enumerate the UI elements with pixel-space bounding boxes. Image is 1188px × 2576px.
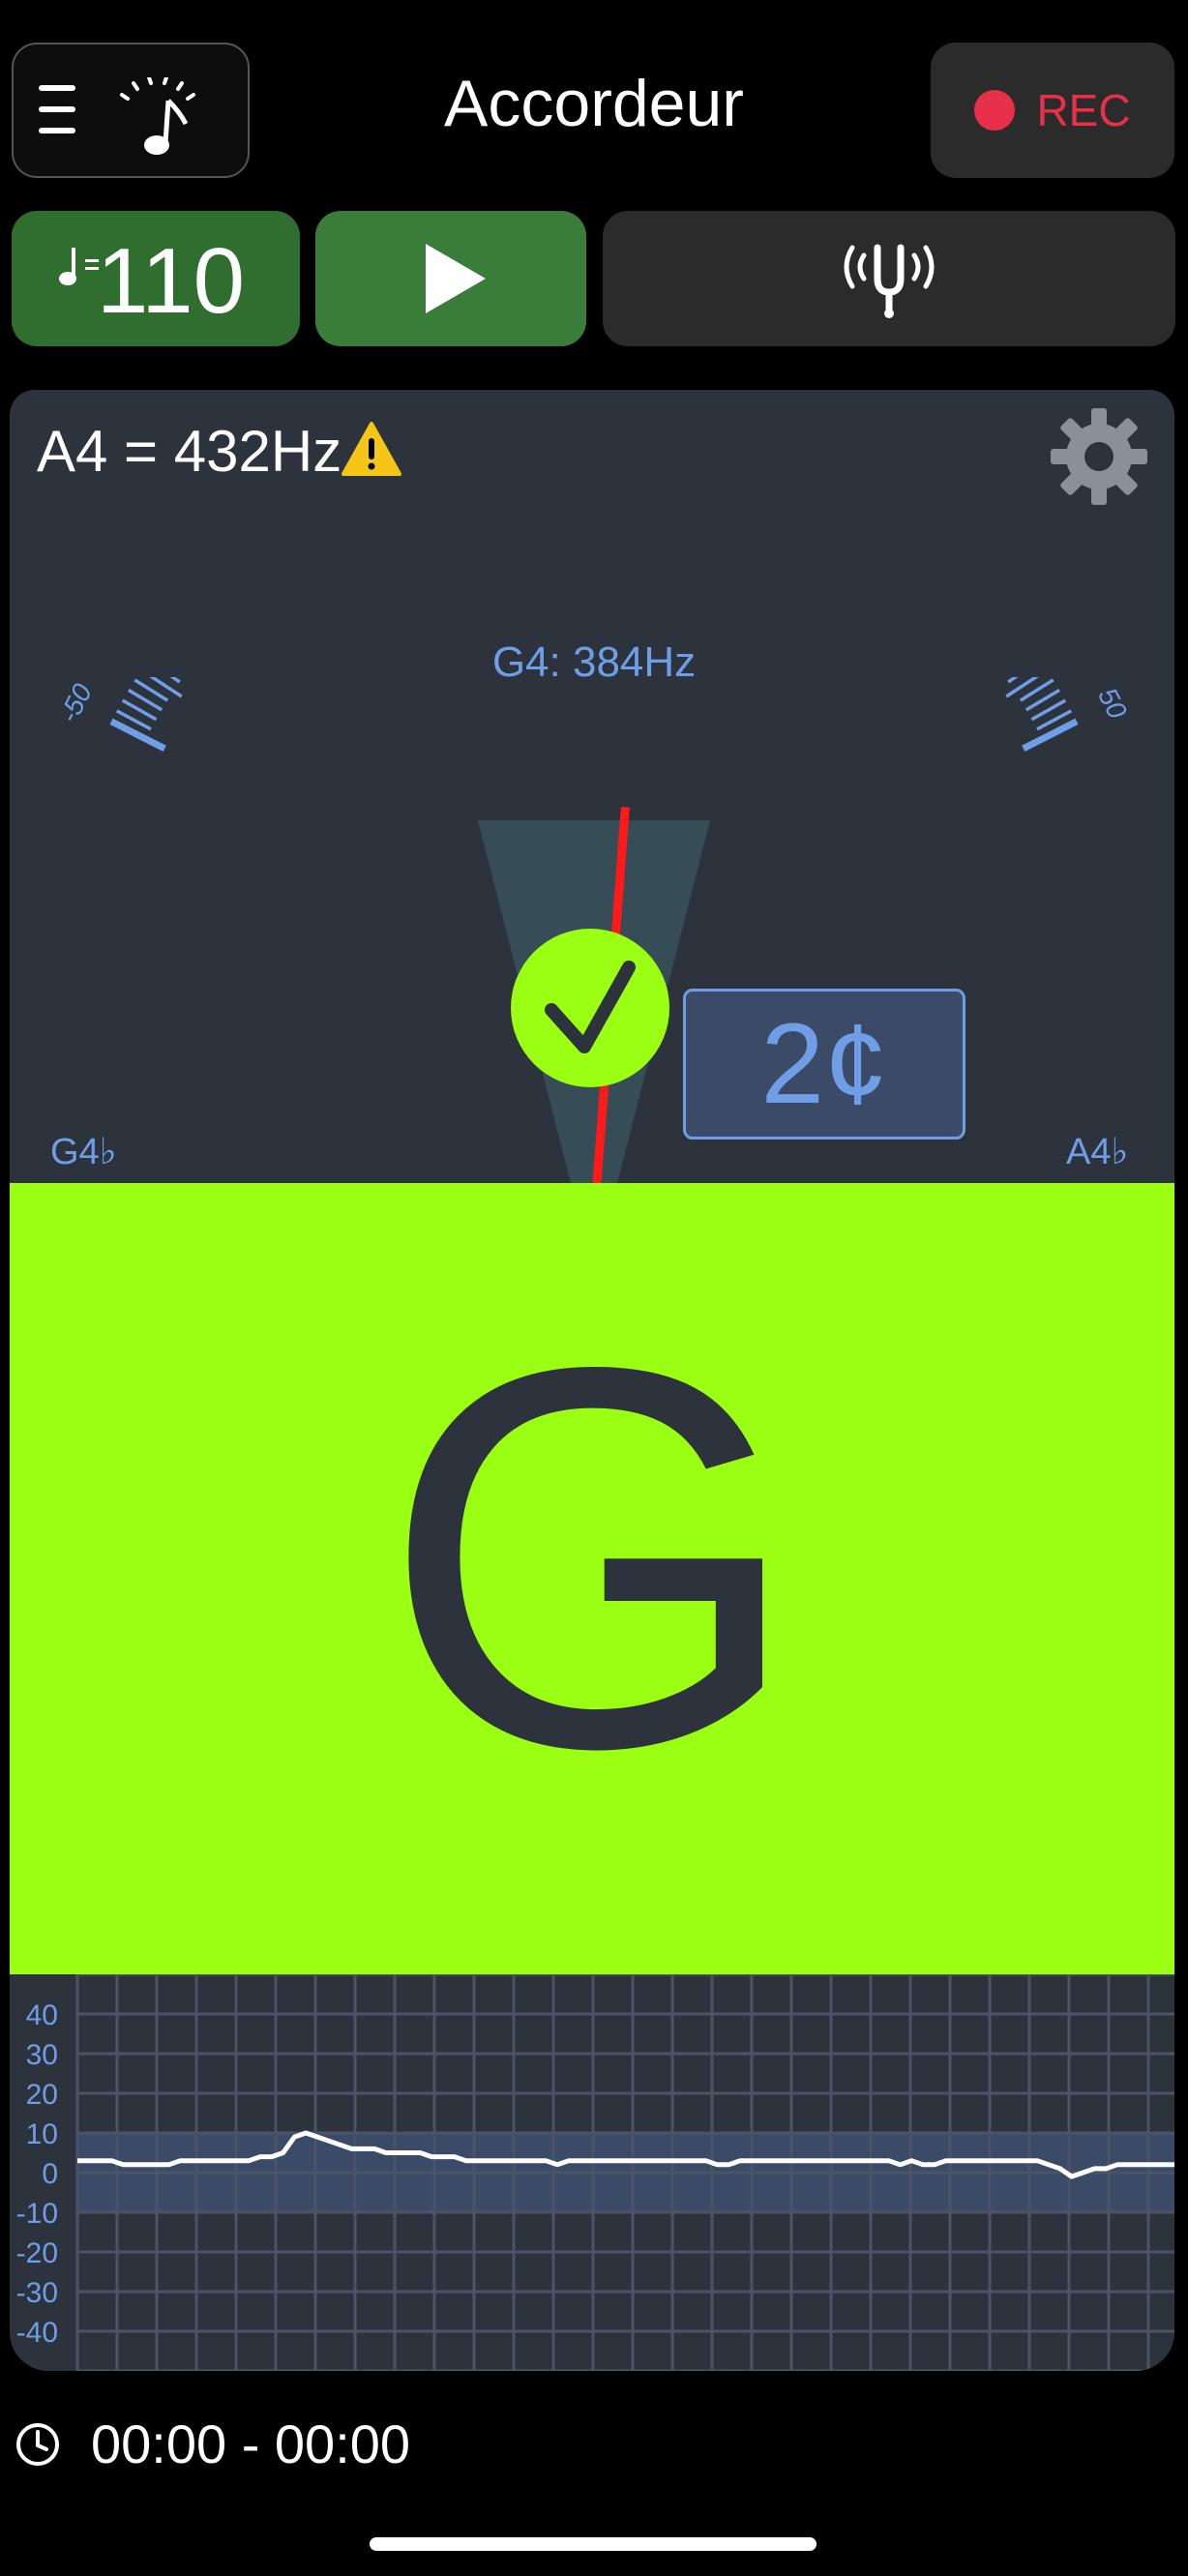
gauge-scale-label: -50 [53, 678, 98, 727]
history-y-label: 30 [26, 2039, 58, 2071]
tuning-gauge: -50-40-30-20-1001020304050 [53, 677, 1133, 1183]
record-label: REC [1036, 85, 1131, 135]
settings-gear-icon[interactable] [1049, 406, 1149, 507]
reference-pitch[interactable]: A4 = 432Hz [37, 418, 402, 485]
history-y-label: 10 [26, 2118, 58, 2150]
upper-note-label: A4♭ [1066, 1132, 1129, 1172]
reference-pitch-label: A4 = 432Hz [37, 419, 342, 484]
tuning-fork-icon [844, 244, 935, 318]
gauge-scale-label: 50 [1092, 683, 1133, 724]
lower-note-label: G4♭ [50, 1132, 117, 1172]
record-button[interactable]: REC [931, 43, 1174, 178]
home-indicator[interactable] [370, 2537, 817, 2551]
pitch-history-plot: 40 30 20 10 0 -10 -20 -30 -40 [16, 1974, 1174, 2371]
session-time: 00:00 - 00:00 [91, 2413, 411, 2474]
history-y-label: 40 [26, 1999, 58, 2031]
history-y-label: -30 [16, 2277, 58, 2309]
history-y-label: -40 [16, 2317, 58, 2349]
in-tune-check-badge [511, 929, 669, 1087]
cents-readout: 2¢ [683, 989, 965, 1140]
history-y-label: -10 [16, 2198, 58, 2230]
play-icon [426, 244, 486, 313]
tuning-fork-button[interactable] [603, 211, 1175, 346]
history-y-label: 20 [26, 2079, 58, 2111]
tempo-value: 110 [97, 229, 246, 333]
clock-icon [16, 2423, 59, 2466]
gauge-major-tick [109, 718, 166, 753]
play-button[interactable] [315, 211, 586, 346]
warning-icon [342, 422, 402, 476]
history-y-label: 0 [42, 2158, 58, 2190]
history-y-label: -20 [16, 2237, 58, 2269]
detected-note: G [381, 1255, 803, 1860]
pitch-history-graph: 40 30 20 10 0 -10 -20 -30 -40 [10, 1974, 1174, 2371]
gauge-major-tick [1022, 718, 1079, 753]
record-dot-icon [974, 90, 1016, 131]
